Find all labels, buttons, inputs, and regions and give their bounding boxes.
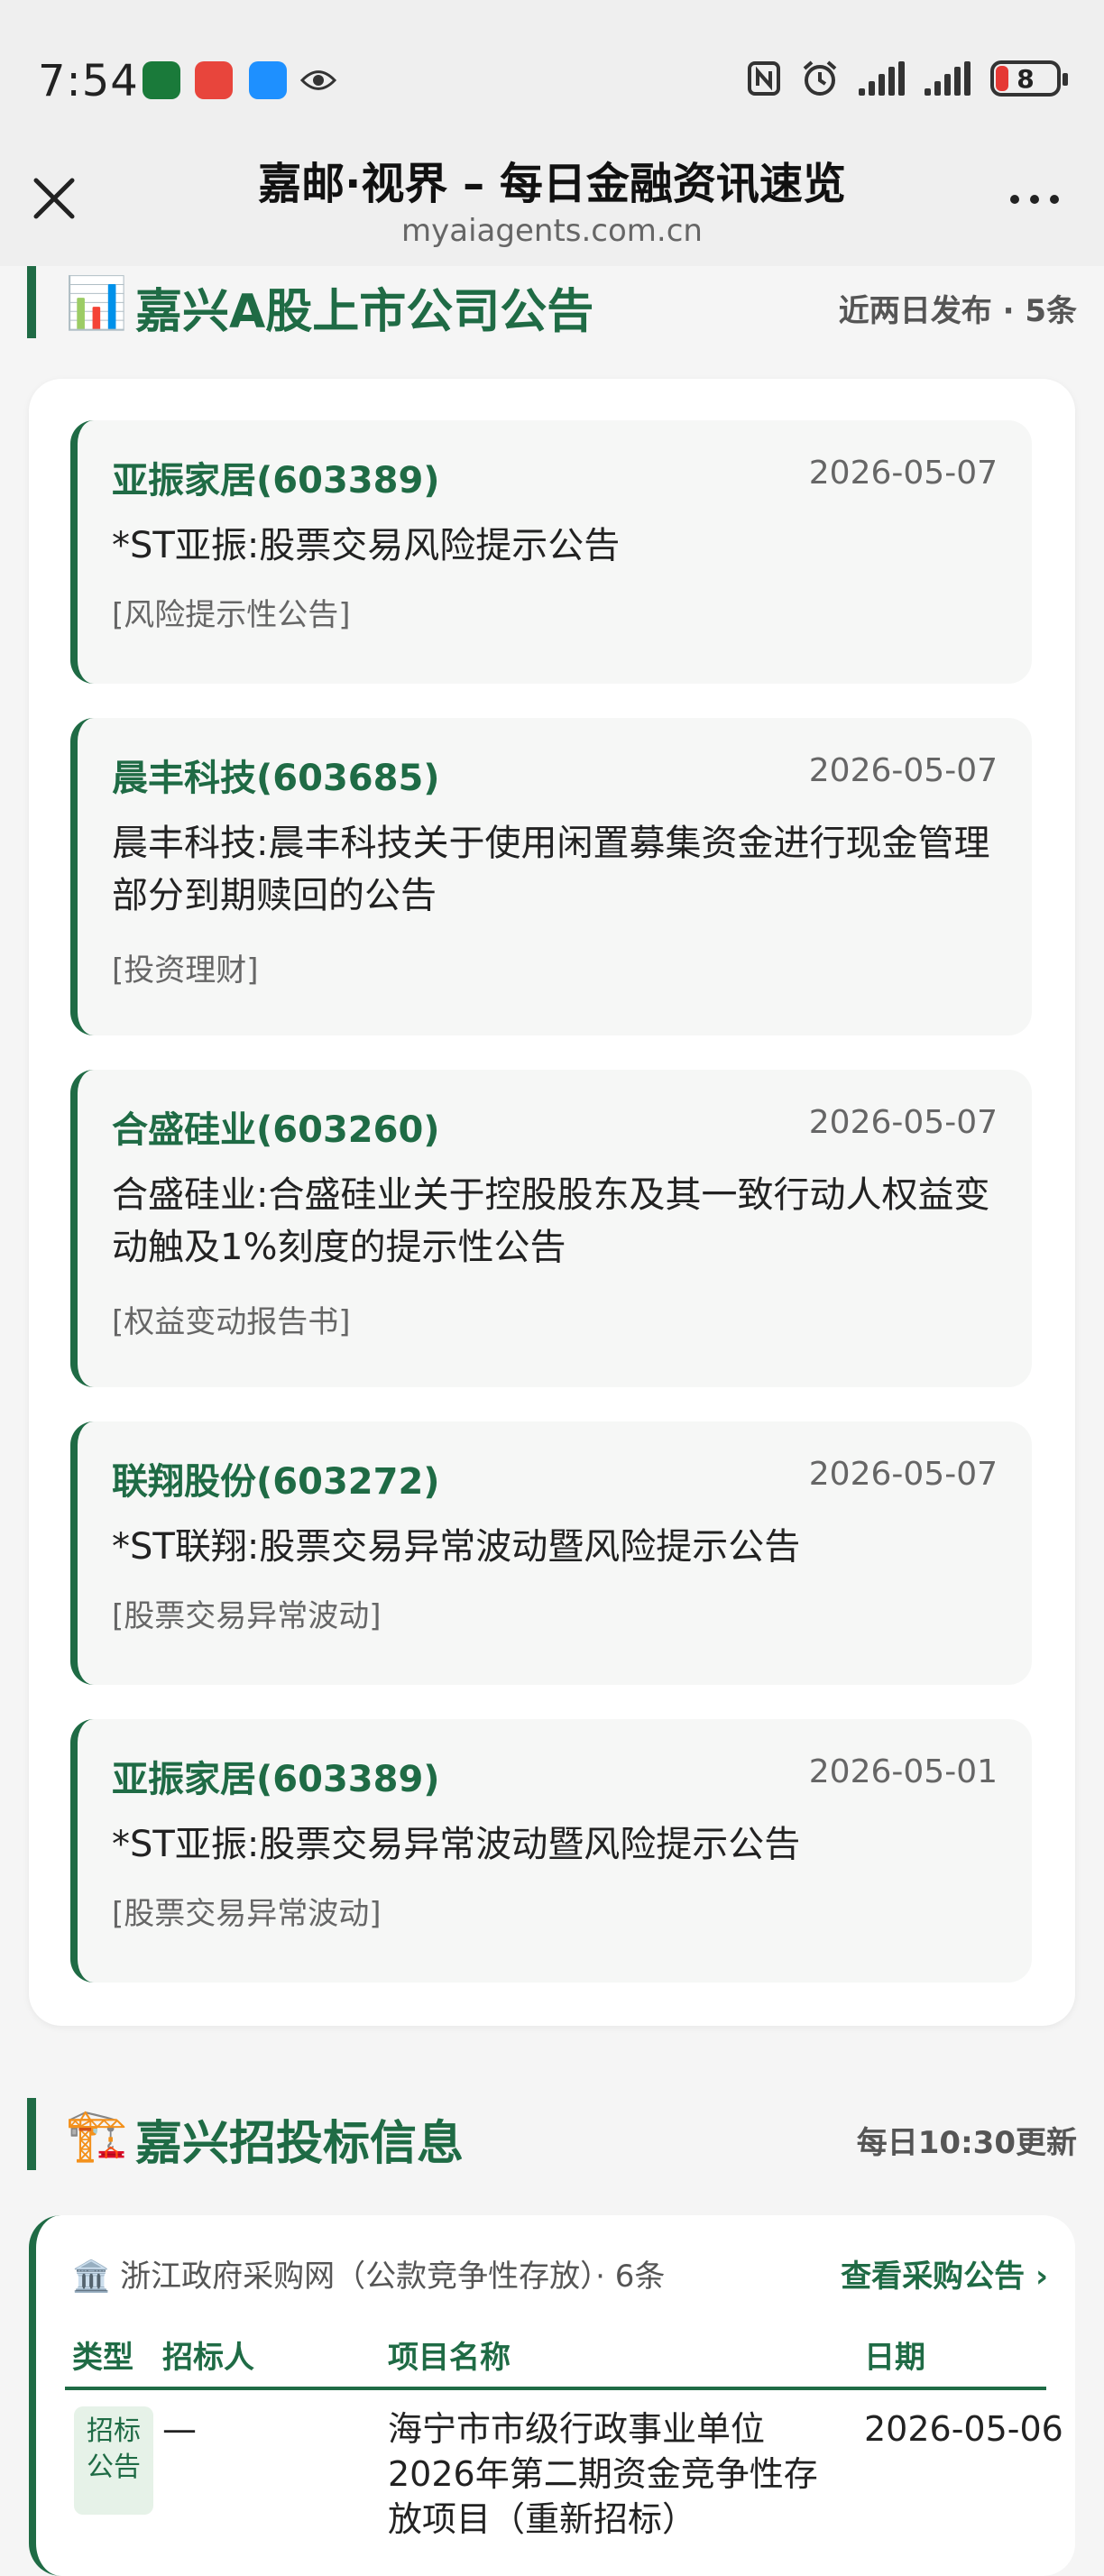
announcements-panel: 亚振家居(603389) 2026-05-07 *ST亚振:股票交易风险提示公告… bbox=[29, 379, 1075, 2026]
column-header-bidder: 招标人 bbox=[162, 2340, 254, 2376]
announcement-tag: [股票交易异常波动] bbox=[112, 1598, 382, 1634]
announcement-tag: [权益变动报告书] bbox=[112, 1304, 351, 1340]
section-accent-bar bbox=[27, 2098, 36, 2170]
announcement-card[interactable]: 晨丰科技(603685) 2026-05-07 晨丰科技:晨丰科技关于使用闲置募… bbox=[70, 718, 1032, 1035]
battery-icon: 8 bbox=[990, 60, 1068, 97]
bid-type-badge: 招标公告 bbox=[74, 2406, 153, 2515]
signal-icon-1 bbox=[859, 61, 905, 96]
column-header-type: 类型 bbox=[72, 2340, 133, 2376]
title-bar: 嘉邮·视界 – 每日金融资讯速览 myaiagents.com.cn bbox=[0, 144, 1104, 266]
bidding-header: 🏗️ 嘉兴招投标信息 每日10:30更新 bbox=[27, 2098, 1077, 2171]
bid-source: 🏛️ 浙江政府采购网（公款竞争性存放）· 6条 bbox=[72, 2251, 665, 2295]
column-header-date: 日期 bbox=[864, 2340, 925, 2376]
announcement-card[interactable]: 联翔股份(603272) 2026-05-07 *ST联翔:股票交易异常波动暨风… bbox=[70, 1421, 1032, 1685]
announcement-card[interactable]: 亚振家居(603389) 2026-05-01 *ST亚振:股票交易异常波动暨风… bbox=[70, 1719, 1032, 1983]
company-name: 晨丰科技(603685) bbox=[112, 758, 440, 799]
alarm-icon bbox=[803, 60, 837, 96]
announcement-date: 2026-05-01 bbox=[808, 1753, 998, 1790]
alert-app-icon bbox=[195, 61, 233, 99]
nfc-icon bbox=[748, 61, 780, 96]
announcement-date: 2026-05-07 bbox=[808, 455, 998, 492]
announcement-date: 2026-05-07 bbox=[808, 1456, 998, 1493]
column-header-project: 项目名称 bbox=[388, 2340, 511, 2376]
status-time: 7:54 bbox=[38, 56, 139, 106]
announcement-card[interactable]: 合盛硅业(603260) 2026-05-07 合盛硅业:合盛硅业关于控股股东及… bbox=[70, 1070, 1032, 1387]
announcement-title: *ST亚振:股票交易风险提示公告 bbox=[112, 525, 621, 566]
section-title: 嘉兴A股上市公司公告 bbox=[135, 285, 594, 339]
more-menu-button[interactable] bbox=[1010, 195, 1059, 204]
announcement-title: *ST亚振:股票交易异常波动暨风险提示公告 bbox=[112, 1824, 801, 1865]
company-name: 亚振家居(603389) bbox=[112, 1759, 440, 1800]
bar-chart-icon: 📊 bbox=[65, 274, 128, 333]
announcement-tag: [投资理财] bbox=[112, 952, 259, 989]
bid-source-label: 浙江政府采购网（公款竞争性存放）· 6条 bbox=[120, 2259, 666, 2295]
announcements-header: 📊 嘉兴A股上市公司公告 近两日发布 · 5条 bbox=[27, 266, 1077, 339]
status-right: 8 bbox=[747, 60, 1068, 97]
announcement-date: 2026-05-07 bbox=[808, 1104, 998, 1141]
page-title: 嘉邮·视界 – 每日金融资讯速览 bbox=[258, 159, 846, 209]
table-header-divider bbox=[65, 2387, 1046, 2390]
bidding-panel: 🏛️ 浙江政府采购网（公款竞争性存放）· 6条 查看采购公告 › 类型 招标人 … bbox=[29, 2215, 1075, 2576]
company-name: 亚振家居(603389) bbox=[112, 460, 440, 501]
bidder-cell: — bbox=[162, 2409, 197, 2449]
government-building-icon: 🏛️ bbox=[72, 2259, 111, 2295]
section-title: 嘉兴招投标信息 bbox=[135, 2117, 465, 2171]
announcement-card[interactable]: 亚振家居(603389) 2026-05-07 *ST亚振:股票交易风险提示公告… bbox=[70, 420, 1032, 684]
page-url: myaiagents.com.cn bbox=[401, 213, 703, 249]
project-name-cell: 海宁市市级行政事业单位2026年第二期资金竞争性存放项目（重新招标） bbox=[388, 2409, 818, 2539]
announcement-title: 合盛硅业:合盛硅业关于控股股东及其一致行动人权益变动触及1%刻度的提示性公告 bbox=[112, 1174, 990, 1268]
company-name: 合盛硅业(603260) bbox=[112, 1109, 440, 1151]
announcement-title: 晨丰科技:晨丰科技关于使用闲置募集资金进行现金管理部分到期赎回的公告 bbox=[112, 823, 990, 916]
battery-level: 8 bbox=[1017, 63, 1035, 94]
search-app-icon bbox=[249, 61, 287, 99]
section-accent-bar bbox=[27, 266, 36, 338]
company-name: 联翔股份(603272) bbox=[112, 1461, 440, 1503]
status-bar: 7:54 8 bbox=[0, 0, 1104, 144]
section-meta: 每日10:30更新 bbox=[856, 2125, 1077, 2161]
announcement-tag: [股票交易异常波动] bbox=[112, 1896, 382, 1932]
announcement-tag: [风险提示性公告] bbox=[112, 597, 351, 633]
view-procurement-link[interactable]: 查看采购公告 › bbox=[841, 2251, 1048, 2295]
eye-icon bbox=[299, 70, 337, 90]
announcement-title: *ST联翔:股票交易异常波动暨风险提示公告 bbox=[112, 1526, 801, 1568]
section-meta: 近两日发布 · 5条 bbox=[838, 293, 1077, 329]
announcement-date: 2026-05-07 bbox=[808, 752, 998, 789]
date-cell: 2026-05-06 bbox=[864, 2409, 1063, 2449]
construction-icon: 🏗️ bbox=[65, 2106, 128, 2165]
signal-icon-2 bbox=[925, 61, 971, 96]
postal-app-icon bbox=[143, 61, 180, 99]
